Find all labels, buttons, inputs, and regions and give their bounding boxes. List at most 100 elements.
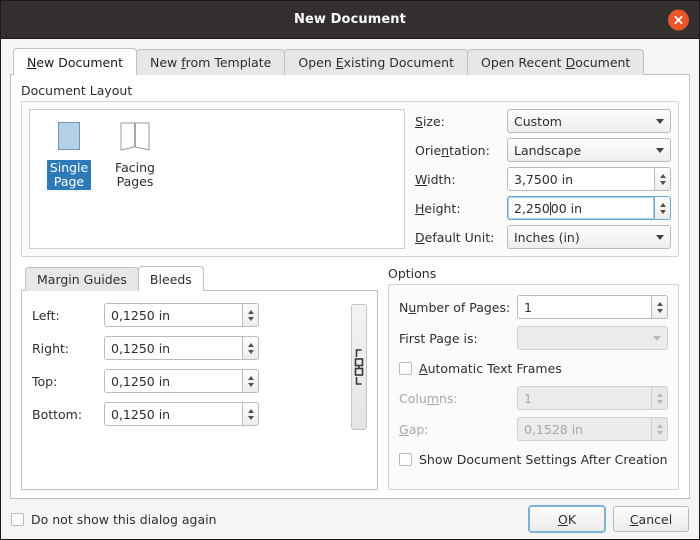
stepper-up-icon[interactable]: [248, 409, 254, 413]
bleed-left-input[interactable]: 0,1250 in: [104, 303, 242, 327]
columns-label: Columns:: [399, 391, 517, 406]
columns-stepper: [651, 386, 668, 410]
chevron-down-icon: [653, 336, 661, 341]
chevron-down-icon: [656, 119, 664, 124]
bleed-left-spinner[interactable]: 0,1250 in: [104, 303, 259, 327]
document-layout-group: Document Layout: [21, 83, 679, 257]
stepper-down-icon[interactable]: [657, 309, 663, 313]
bleed-right-input[interactable]: 0,1250 in: [104, 336, 242, 360]
page-type-single-page-label-2: Page: [54, 174, 84, 189]
columns-input: 1: [517, 386, 651, 410]
number-of-pages-spinner[interactable]: 1: [517, 295, 668, 319]
columns-spinner: 1: [517, 386, 668, 410]
tab-open-existing-document[interactable]: Open Existing Document: [284, 49, 468, 75]
page-type-facing-pages[interactable]: Facing Pages: [106, 119, 164, 190]
bleed-left-stepper[interactable]: [242, 303, 259, 327]
do-not-show-label: Do not show this dialog again: [31, 512, 217, 527]
default-unit-combo[interactable]: Inches (in): [507, 225, 671, 249]
stepper-up-icon[interactable]: [248, 376, 254, 380]
stepper-down-icon[interactable]: [248, 317, 254, 321]
options-box: Number of Pages: 1: [388, 284, 679, 490]
bleed-top-spinner[interactable]: 0,1250 in: [104, 369, 259, 393]
tab-open-recent-document[interactable]: Open Recent Document: [467, 49, 644, 75]
page-type-facing-pages-label-2: Pages: [117, 174, 154, 189]
stepper-up-icon[interactable]: [660, 174, 666, 178]
width-input[interactable]: 3,7500 in: [507, 167, 654, 191]
stepper-up-icon[interactable]: [248, 310, 254, 314]
bleed-top-stepper[interactable]: [242, 369, 259, 393]
stepper-up-icon[interactable]: [657, 302, 663, 306]
chevron-down-icon: [656, 235, 664, 240]
ok-button[interactable]: OK: [529, 506, 605, 532]
checkbox-icon[interactable]: [11, 513, 24, 526]
height-label: Height:: [415, 201, 507, 216]
bleed-right-spinner[interactable]: 0,1250 in: [104, 336, 259, 360]
close-icon[interactable]: [668, 9, 689, 30]
tab-new-from-template[interactable]: New from Template: [136, 49, 285, 75]
new-document-panel: Document Layout: [10, 74, 690, 499]
height-input[interactable]: 2,25000 in: [507, 196, 654, 220]
field-first-page-is: First Page is:: [399, 326, 668, 350]
tab-new-document[interactable]: New Document: [13, 48, 137, 75]
page-type-list: Single Page: [29, 109, 405, 249]
tab-bleeds[interactable]: Bleeds: [138, 266, 204, 291]
checkbox-icon[interactable]: [399, 362, 412, 375]
height-value-tail: 00 in: [551, 201, 582, 216]
field-gap: Gap: 0,1528 in: [399, 417, 668, 441]
first-page-is-combo: [517, 326, 668, 350]
gap-label: Gap:: [399, 422, 517, 437]
width-label: Width:: [415, 172, 507, 187]
first-page-is-label: First Page is:: [399, 331, 517, 346]
link-chain-icon[interactable]: [351, 304, 367, 430]
number-of-pages-label: Number of Pages:: [399, 300, 517, 315]
field-bleed-left: Left: 0,1250 in: [32, 303, 345, 327]
bleed-right-stepper[interactable]: [242, 336, 259, 360]
stepper-down-icon[interactable]: [248, 416, 254, 420]
page-type-single-page-label-1: Single: [50, 160, 88, 175]
document-layout-form: Size: Custom Orientation:: [415, 109, 671, 249]
do-not-show-checkbox[interactable]: Do not show this dialog again: [11, 508, 217, 530]
height-stepper[interactable]: [654, 196, 671, 220]
tab-margin-guides[interactable]: Margin Guides: [25, 267, 139, 291]
size-label: Size:: [415, 114, 507, 129]
margins-bleeds-tabs: Margin Guides Bleeds: [21, 266, 378, 291]
number-of-pages-stepper[interactable]: [651, 295, 668, 319]
lower-area: Margin Guides Bleeds Left:: [21, 266, 679, 490]
chevron-down-icon: [656, 148, 664, 153]
dialog-body: New Document New from Template Open Exis…: [1, 39, 699, 499]
tab-bleeds-label: Bleeds: [150, 272, 192, 287]
stepper-down-icon[interactable]: [248, 350, 254, 354]
field-orientation: Orientation: Landscape: [415, 138, 671, 162]
bleeds-panel: Left: 0,1250 in: [21, 290, 378, 490]
stepper-down-icon[interactable]: [660, 181, 666, 185]
automatic-text-frames-label: Automatic Text Frames: [419, 361, 562, 376]
field-width: Width: 3,7500 in: [415, 167, 671, 191]
stepper-down-icon[interactable]: [660, 210, 666, 214]
bleed-bottom-input[interactable]: 0,1250 in: [104, 402, 242, 426]
size-combo[interactable]: Custom: [507, 109, 671, 133]
number-of-pages-input[interactable]: 1: [517, 295, 651, 319]
show-document-settings-checkbox[interactable]: Show Document Settings After Creation: [399, 448, 668, 470]
stepper-up-icon[interactable]: [660, 203, 666, 207]
height-spinner[interactable]: 2,25000 in: [507, 196, 671, 220]
height-value-head: 2,250: [514, 201, 550, 216]
stepper-up-icon[interactable]: [248, 343, 254, 347]
field-size: Size: Custom: [415, 109, 671, 133]
field-default-unit: Default Unit: Inches (in): [415, 225, 671, 249]
orientation-combo[interactable]: Landscape: [507, 138, 671, 162]
document-layout-box: Single Page: [21, 101, 679, 257]
checkbox-icon[interactable]: [399, 453, 412, 466]
automatic-text-frames-checkbox[interactable]: Automatic Text Frames: [399, 357, 668, 379]
width-stepper[interactable]: [654, 167, 671, 191]
bleed-bottom-stepper[interactable]: [242, 402, 259, 426]
bleed-fields: Left: 0,1250 in: [32, 303, 345, 479]
field-number-of-pages: Number of Pages: 1: [399, 295, 668, 319]
bleed-top-input[interactable]: 0,1250 in: [104, 369, 242, 393]
bleed-bottom-spinner[interactable]: 0,1250 in: [104, 402, 259, 426]
width-spinner[interactable]: 3,7500 in: [507, 167, 671, 191]
gap-stepper: [651, 417, 668, 441]
stepper-down-icon[interactable]: [248, 383, 254, 387]
cancel-button[interactable]: Cancel: [613, 506, 689, 532]
field-height: Height: 2,25000 in: [415, 196, 671, 220]
page-type-single-page[interactable]: Single Page: [40, 119, 98, 190]
